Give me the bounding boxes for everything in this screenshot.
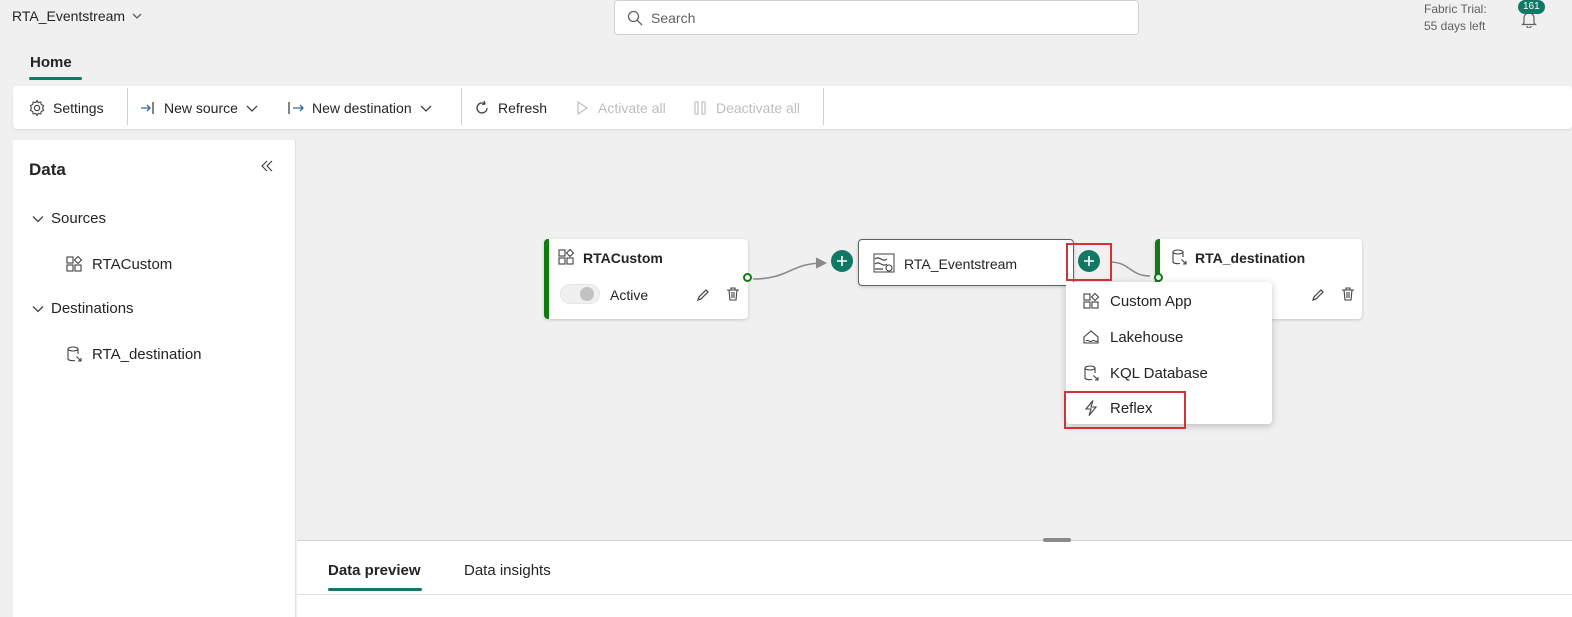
chevron-down-icon	[32, 305, 44, 312]
lakehouse-icon	[1083, 330, 1099, 344]
destination-input-port[interactable]	[1154, 273, 1163, 282]
eventstream-node-title: RTA_Eventstream	[904, 256, 1018, 272]
tab-divider	[297, 594, 1572, 595]
menu-item-label: KQL Database	[1110, 364, 1208, 382]
tab-home-underline	[29, 77, 82, 80]
custom-app-icon	[558, 248, 575, 265]
menu-item-label: Lakehouse	[1110, 328, 1184, 346]
destinations-group[interactable]: Destinations	[31, 300, 134, 317]
sources-label: Sources	[51, 210, 107, 227]
new-destination-label: New destination	[312, 99, 412, 116]
top-bar: RTA_Eventstream Search Fabric Trial: 55 …	[0, 0, 1572, 44]
custom-app-icon	[1083, 292, 1100, 309]
notification-count-badge: 161	[1518, 0, 1545, 14]
chevron-down-icon	[32, 215, 44, 222]
gear-icon	[29, 98, 45, 117]
search-box[interactable]: Search	[614, 0, 1139, 35]
ribbon-divider	[461, 88, 462, 125]
settings-label: Settings	[53, 99, 104, 116]
chevron-down-icon	[246, 105, 258, 112]
menu-item-label: Custom App	[1110, 292, 1192, 310]
resize-handle[interactable]	[1043, 538, 1071, 542]
destination-node-title: RTA_destination	[1195, 250, 1306, 266]
sign-in-arrow-icon	[141, 101, 154, 114]
bottom-panel: Data preview Data insights	[297, 538, 1572, 617]
app-title: RTA_Eventstream	[12, 8, 126, 24]
edit-pencil-icon[interactable]	[695, 287, 711, 303]
kql-database-icon	[1084, 365, 1099, 381]
edit-pencil-icon[interactable]	[1310, 287, 1326, 303]
destination-item-label: RTA_destination	[92, 345, 202, 363]
activate-all-label: Activate all	[598, 99, 666, 116]
tab-strip: Home	[4, 44, 1572, 84]
ribbon-divider	[127, 88, 128, 125]
sign-out-arrow-icon	[288, 101, 304, 114]
trial-label: Fabric Trial:	[1424, 2, 1487, 16]
delete-trash-icon[interactable]	[725, 286, 741, 302]
eventstream-canvas[interactable]	[297, 140, 1572, 539]
deactivate-all-button[interactable]: Deactivate all	[691, 86, 800, 129]
kql-database-icon	[1172, 249, 1187, 265]
chevron-down-icon	[132, 13, 142, 19]
source-node[interactable]: RTACustom Active	[544, 239, 748, 319]
menu-item-kql-database[interactable]: KQL Database	[1066, 355, 1272, 391]
plus-icon	[837, 256, 847, 266]
ribbon-divider	[823, 88, 824, 125]
trial-days-left: 55 days left	[1424, 19, 1486, 33]
source-node-status-bar	[544, 239, 549, 319]
deactivate-all-label: Deactivate all	[716, 99, 801, 116]
refresh-button[interactable]: Refresh	[473, 86, 547, 129]
ribbon-toolbar: Settings New source New destination Refr…	[13, 86, 1572, 129]
kql-database-icon	[67, 346, 82, 362]
custom-app-icon	[66, 255, 83, 272]
eventstream-icon	[873, 253, 895, 273]
source-status-label: Active	[610, 287, 649, 303]
source-item[interactable]: RTACustom	[65, 255, 172, 273]
refresh-label: Refresh	[498, 99, 548, 116]
new-source-button[interactable]: New source	[139, 86, 259, 129]
menu-item-lakehouse[interactable]: Lakehouse	[1066, 319, 1272, 355]
data-panel: Data Sources RTACustom Destinations RTA_…	[13, 140, 296, 617]
collapse-panel-icon[interactable]	[259, 158, 275, 174]
search-icon	[627, 10, 643, 25]
refresh-icon	[476, 100, 488, 114]
tab-data-preview-underline	[328, 588, 422, 591]
panel-title: Data	[29, 160, 66, 179]
highlight-box-reflex	[1064, 391, 1186, 429]
source-node-title: RTACustom	[583, 250, 663, 266]
menu-item-custom-app[interactable]: Custom App	[1066, 283, 1272, 319]
add-transformation-button[interactable]	[831, 250, 853, 272]
tab-home[interactable]: Home	[30, 54, 72, 71]
new-source-label: New source	[164, 99, 238, 116]
chevron-down-icon	[420, 105, 432, 112]
pause-icon	[694, 100, 706, 115]
destination-item[interactable]: RTA_destination	[65, 345, 202, 363]
activate-all-button[interactable]: Activate all	[573, 86, 666, 129]
delete-trash-icon[interactable]	[1340, 286, 1356, 302]
search-placeholder: Search	[651, 9, 696, 26]
sources-group[interactable]: Sources	[31, 210, 106, 227]
tab-data-insights[interactable]: Data insights	[464, 562, 551, 579]
source-active-toggle[interactable]	[560, 284, 600, 304]
new-destination-button[interactable]: New destination	[287, 86, 433, 129]
trial-status[interactable]: Fabric Trial: 55 days left	[1424, 1, 1487, 35]
settings-button[interactable]: Settings	[28, 86, 104, 129]
toggle-knob	[580, 287, 594, 301]
tab-data-preview[interactable]: Data preview	[328, 562, 421, 579]
play-icon	[577, 100, 589, 115]
source-item-label: RTACustom	[92, 255, 173, 273]
destinations-label: Destinations	[51, 300, 134, 317]
source-output-port[interactable]	[743, 273, 752, 282]
highlight-box-add-destination	[1066, 243, 1112, 281]
app-title-dropdown[interactable]: RTA_Eventstream	[12, 8, 143, 24]
eventstream-node[interactable]: RTA_Eventstream	[858, 239, 1074, 286]
